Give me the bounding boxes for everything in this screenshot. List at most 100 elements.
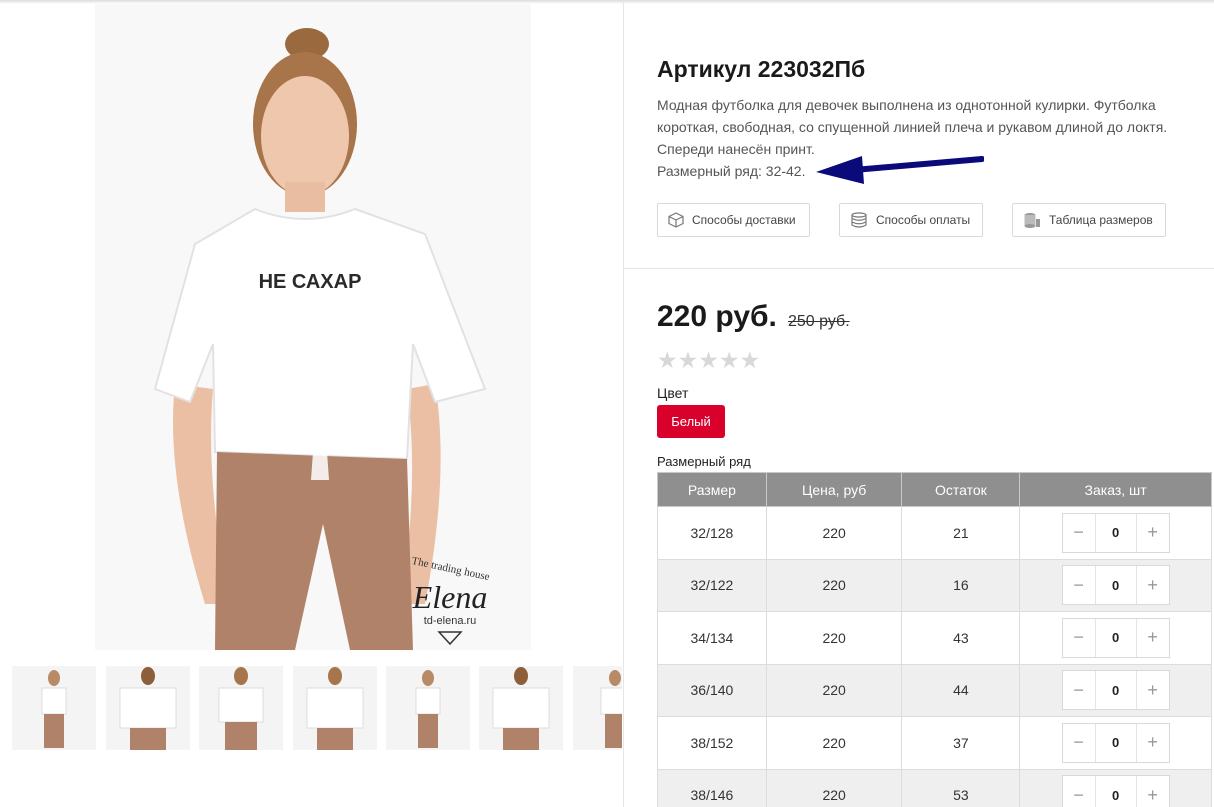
description-line: Модная футболка для девочек выполнена из… — [657, 97, 1156, 113]
thumb-photo — [600, 670, 622, 748]
decrement-button[interactable]: − — [1063, 671, 1095, 709]
girl-photo-illustration: НЕ САХАР The trading house Elena td-elen… — [95, 4, 531, 650]
quantity-stepper: − 0 + — [1061, 565, 1170, 606]
quantity-stepper: − 0 + — [1061, 722, 1170, 763]
table-row: 32/122 220 16 − 0 + — [657, 558, 1212, 612]
watermark-site: td-elena.ru — [424, 615, 477, 627]
increment-button[interactable]: + — [1137, 776, 1169, 807]
thumbnail[interactable] — [106, 666, 190, 750]
increment-button[interactable]: + — [1137, 514, 1169, 552]
thumbnail[interactable] — [573, 666, 622, 750]
table-row: 36/140 220 44 − 0 + — [657, 663, 1212, 717]
decrement-button[interactable]: − — [1063, 619, 1095, 657]
section-divider — [624, 268, 1214, 269]
quantity-input[interactable]: 0 — [1094, 513, 1137, 552]
shirt-print-text: НЕ САХАР — [259, 271, 362, 293]
thumbnail[interactable] — [293, 666, 377, 750]
cell-price: 220 — [765, 558, 903, 612]
quantity-input[interactable]: 0 — [1094, 566, 1137, 605]
color-option-white[interactable]: Белый — [657, 405, 725, 438]
increment-button[interactable]: + — [1137, 619, 1169, 657]
header-size: Размер — [657, 472, 767, 507]
thumb-photo — [306, 667, 364, 750]
cell-stock: 21 — [901, 506, 1021, 560]
thumbnail[interactable] — [199, 666, 283, 750]
thumb-photo — [415, 670, 441, 748]
quantity-stepper: − 0 + — [1061, 617, 1170, 658]
cell-size: 34/134 — [657, 611, 767, 665]
table-row: 32/128 220 21 − 0 + — [657, 506, 1212, 560]
quantity-stepper: − 0 + — [1061, 512, 1170, 553]
cell-order: − 0 + — [1019, 611, 1212, 665]
cell-price: 220 — [765, 506, 903, 560]
header-order: Заказ, шт — [1019, 472, 1212, 507]
arrow-annotation-icon — [816, 156, 984, 184]
header-price: Цена, руб — [765, 472, 903, 507]
box-icon — [668, 212, 684, 228]
thumbnail-strip — [12, 666, 622, 750]
description-line: короткая, свободная, со спущенной линией… — [657, 119, 1168, 135]
table-row: 38/146 220 53 − 0 + — [657, 768, 1212, 807]
thumbnail[interactable] — [12, 666, 96, 750]
cell-size: 38/152 — [657, 716, 767, 770]
color-label: Цвет — [657, 385, 689, 401]
cell-stock: 16 — [901, 558, 1021, 612]
cell-stock: 43 — [901, 611, 1021, 665]
coins-icon — [851, 212, 867, 228]
cell-order: − 0 + — [1019, 558, 1212, 612]
watermark-brand: Elena — [412, 579, 488, 615]
quantity-stepper: − 0 + — [1061, 775, 1170, 807]
rating-stars[interactable]: ★★★★★ — [657, 347, 760, 374]
cell-order: − 0 + — [1019, 663, 1212, 717]
cell-price: 220 — [765, 716, 903, 770]
quantity-input[interactable]: 0 — [1094, 671, 1137, 710]
product-title: Артикул 223032Пб — [657, 56, 866, 82]
payment-methods-label: Способы оплаты — [876, 213, 971, 227]
quantity-input[interactable]: 0 — [1094, 618, 1137, 657]
payment-methods-button[interactable]: Способы оплаты — [839, 203, 983, 237]
cell-price: 220 — [765, 611, 903, 665]
thumb-photo — [492, 667, 550, 750]
size-table: Размер Цена, руб Остаток Заказ, шт 32/12… — [657, 472, 1212, 807]
decrement-button[interactable]: − — [1063, 566, 1095, 604]
quantity-input[interactable]: 0 — [1094, 723, 1137, 762]
old-price: 250 руб. — [788, 313, 850, 330]
decrement-button[interactable]: − — [1063, 724, 1095, 762]
table-row: 38/152 220 37 − 0 + — [657, 716, 1212, 770]
cell-size: 32/122 — [657, 558, 767, 612]
database-icon — [1024, 213, 1040, 228]
increment-button[interactable]: + — [1137, 566, 1169, 604]
size-chart-label: Таблица размеров — [1049, 213, 1153, 227]
quantity-input[interactable]: 0 — [1094, 776, 1137, 807]
increment-button[interactable]: + — [1137, 671, 1169, 709]
increment-button[interactable]: + — [1137, 724, 1169, 762]
thumb-photo — [119, 667, 177, 750]
cell-size: 32/128 — [657, 506, 767, 560]
current-price: 220 руб. — [657, 300, 777, 333]
thumbnail[interactable] — [386, 666, 470, 750]
main-product-photo[interactable]: НЕ САХАР The trading house Elena td-elen… — [95, 4, 531, 650]
table-row: 34/134 220 43 − 0 + — [657, 611, 1212, 665]
thumb-photo — [218, 667, 264, 750]
cell-stock: 53 — [901, 768, 1021, 807]
thumbnail[interactable] — [479, 666, 563, 750]
quantity-stepper: − 0 + — [1061, 670, 1170, 711]
cell-size: 36/140 — [657, 663, 767, 717]
size-range-label: Размерный ряд — [657, 454, 751, 469]
header-stock: Остаток — [901, 472, 1021, 507]
cell-price: 220 — [765, 768, 903, 807]
table-header-row: Размер Цена, руб Остаток Заказ, шт — [657, 472, 1212, 507]
delivery-methods-label: Способы доставки — [692, 213, 796, 227]
decrement-button[interactable]: − — [1063, 514, 1095, 552]
product-gallery: НЕ САХАР The trading house Elena td-elen… — [0, 0, 624, 807]
size-chart-button[interactable]: Таблица размеров — [1012, 203, 1166, 237]
cell-stock: 44 — [901, 663, 1021, 717]
cell-order: − 0 + — [1019, 768, 1212, 807]
cell-size: 38/146 — [657, 768, 767, 807]
delivery-methods-button[interactable]: Способы доставки — [657, 203, 810, 237]
cell-price: 220 — [765, 663, 903, 717]
decrement-button[interactable]: − — [1063, 776, 1095, 807]
cell-stock: 37 — [901, 716, 1021, 770]
product-info: Артикул 223032Пб Модная футболка для дев… — [624, 0, 1214, 807]
cell-order: − 0 + — [1019, 506, 1212, 560]
